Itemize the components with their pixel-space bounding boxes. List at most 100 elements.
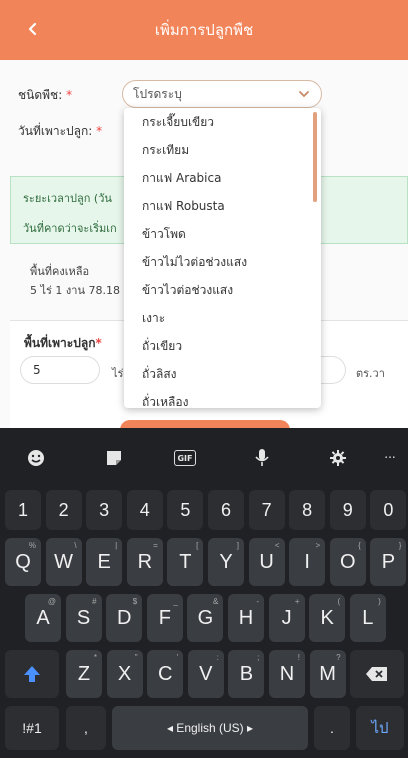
chevron-left-icon bbox=[28, 22, 37, 36]
key-h-label: H bbox=[238, 606, 254, 629]
key-a[interactable]: A @ bbox=[25, 594, 61, 642]
space-bar[interactable]: ◂ English (US) ▸ bbox=[112, 706, 308, 750]
dropdown-option[interactable]: ข้าวโพด bbox=[124, 220, 321, 248]
remaining-area-value: 5 ไร่ 1 งาน 78.18 bbox=[30, 284, 120, 297]
key-2-label: 2 bbox=[58, 499, 69, 520]
rai-input[interactable]: 5 bbox=[20, 356, 100, 384]
key-0-label: 0 bbox=[383, 499, 394, 520]
dropdown-option[interactable]: ข้าวไม่ไวต่อช่วงแสง bbox=[124, 248, 321, 276]
key-c[interactable]: C ' bbox=[147, 650, 184, 698]
key-t[interactable]: T[ bbox=[167, 538, 204, 586]
dropdown-option[interactable]: ถั่วเขียว bbox=[124, 332, 321, 360]
settings-gear-icon[interactable] bbox=[326, 446, 350, 470]
crop-type-label: ชนิดพืช: * bbox=[18, 88, 73, 102]
dropdown-option[interactable]: ข้าวไวต่อช่วงแสง bbox=[124, 276, 321, 304]
key-2[interactable]: 2 bbox=[45, 490, 82, 530]
key-0[interactable]: 0 bbox=[370, 490, 407, 530]
backspace-icon bbox=[366, 667, 387, 681]
back-button[interactable] bbox=[18, 14, 48, 44]
remaining-area-label: พื้นที่คงเหลือ bbox=[30, 265, 90, 278]
key-w-secondary: \ bbox=[74, 541, 77, 550]
key-s-secondary: # bbox=[92, 597, 97, 606]
key-k[interactable]: K( bbox=[309, 594, 346, 642]
key-n[interactable]: N! bbox=[269, 650, 305, 698]
key-x[interactable]: X " bbox=[106, 650, 143, 698]
shift-key[interactable] bbox=[5, 650, 59, 698]
emoji-icon[interactable] bbox=[24, 446, 48, 470]
key-d[interactable]: D $ bbox=[106, 594, 143, 642]
key-g[interactable]: G & bbox=[187, 594, 224, 642]
key-9[interactable]: 9 bbox=[329, 490, 366, 530]
key-3[interactable]: 3 bbox=[86, 490, 123, 530]
key-5[interactable]: 5 bbox=[167, 490, 204, 530]
expected-start-text: วันที่คาดว่าจะเริ่มเก bbox=[23, 222, 117, 235]
key-1[interactable]: 1 bbox=[5, 490, 41, 530]
key-7[interactable]: 7 bbox=[248, 490, 285, 530]
key-g-label: G bbox=[197, 606, 214, 629]
backspace-key[interactable] bbox=[350, 650, 404, 698]
key-m[interactable]: M? bbox=[309, 650, 346, 698]
key-k-secondary: ( bbox=[337, 597, 341, 606]
key-j[interactable]: J + bbox=[268, 594, 305, 642]
key-8[interactable]: 8 bbox=[289, 490, 326, 530]
microphone-icon[interactable] bbox=[250, 446, 274, 470]
key-n-secondary: ! bbox=[297, 653, 300, 662]
dropdown-option[interactable]: กาแฟ Robusta bbox=[124, 192, 321, 220]
dropdown-option[interactable]: กาแฟ Arabica bbox=[124, 164, 321, 192]
key-l[interactable]: L) bbox=[349, 594, 386, 642]
key-u-label: U bbox=[259, 550, 274, 573]
key-r[interactable]: R = bbox=[126, 538, 163, 586]
key-q-secondary: % bbox=[28, 541, 36, 550]
dropdown-option[interactable]: เงาะ bbox=[124, 304, 321, 332]
key-z[interactable]: Z * bbox=[66, 650, 102, 698]
key-a-label: A bbox=[36, 606, 50, 629]
dropdown-scrollbar[interactable] bbox=[313, 112, 317, 202]
key-6[interactable]: 6 bbox=[208, 490, 244, 530]
key-h-secondary: - bbox=[256, 597, 259, 606]
dropdown-option[interactable]: กระเทียม bbox=[124, 136, 321, 164]
key-f[interactable]: F _ bbox=[146, 594, 183, 642]
dropdown-option[interactable]: ถั่วลิสง bbox=[124, 360, 321, 388]
key-4[interactable]: 4 bbox=[126, 490, 163, 530]
key-q[interactable]: Q% bbox=[5, 538, 41, 586]
key-s[interactable]: S # bbox=[65, 594, 102, 642]
key-y[interactable]: Y] bbox=[208, 538, 244, 586]
key-w[interactable]: W \ bbox=[45, 538, 82, 586]
more-icon[interactable]: ... bbox=[378, 442, 402, 466]
key-e[interactable]: E | bbox=[86, 538, 123, 586]
planting-area-label: พื้นที่เพาะปลูก* bbox=[24, 334, 102, 353]
required-mark: * bbox=[95, 336, 102, 350]
symbols-key[interactable]: !#1 bbox=[5, 706, 59, 750]
key-o[interactable]: O{ bbox=[329, 538, 366, 586]
period-key-label: . bbox=[330, 720, 334, 736]
crop-type-label-text: ชนิดพืช bbox=[18, 88, 59, 102]
dropdown-option[interactable]: กระเจี๊ยบเขียว bbox=[124, 108, 321, 136]
app-header: เพิ่มการปลูกพืช bbox=[0, 0, 408, 60]
key-x-secondary: " bbox=[134, 653, 138, 662]
space-bar-label: ◂ English (US) ▸ bbox=[166, 721, 254, 735]
key-i[interactable]: I > bbox=[289, 538, 326, 586]
sticker-icon[interactable] bbox=[102, 446, 126, 470]
key-v[interactable]: V: bbox=[187, 650, 224, 698]
period-key[interactable]: . bbox=[314, 706, 350, 750]
go-key[interactable]: ไป bbox=[356, 706, 404, 750]
crop-type-select[interactable]: โปรดระบุ bbox=[122, 80, 322, 108]
gif-icon[interactable]: GIF bbox=[174, 450, 196, 466]
key-u[interactable]: U < bbox=[248, 538, 285, 586]
key-1-label: 1 bbox=[17, 499, 28, 520]
dropdown-option[interactable]: ถั่วเหลือง bbox=[124, 388, 321, 408]
comma-key[interactable]: , bbox=[66, 706, 106, 750]
required-mark: * bbox=[96, 124, 103, 138]
key-b[interactable]: B; bbox=[228, 650, 265, 698]
key-w-label: W bbox=[54, 550, 74, 573]
key-h[interactable]: H- bbox=[228, 594, 264, 642]
rai-unit-label: ไร่ bbox=[112, 367, 124, 380]
key-q-label: Q bbox=[15, 550, 31, 573]
planting-area-label-text: พื้นที่เพาะปลูก bbox=[24, 336, 96, 350]
key-o-label: O bbox=[340, 550, 356, 573]
key-8-label: 8 bbox=[302, 499, 313, 520]
key-p[interactable]: P} bbox=[370, 538, 407, 586]
key-p-secondary: } bbox=[398, 541, 402, 550]
key-v-label: V bbox=[199, 662, 213, 685]
key-r-label: R bbox=[137, 550, 153, 573]
